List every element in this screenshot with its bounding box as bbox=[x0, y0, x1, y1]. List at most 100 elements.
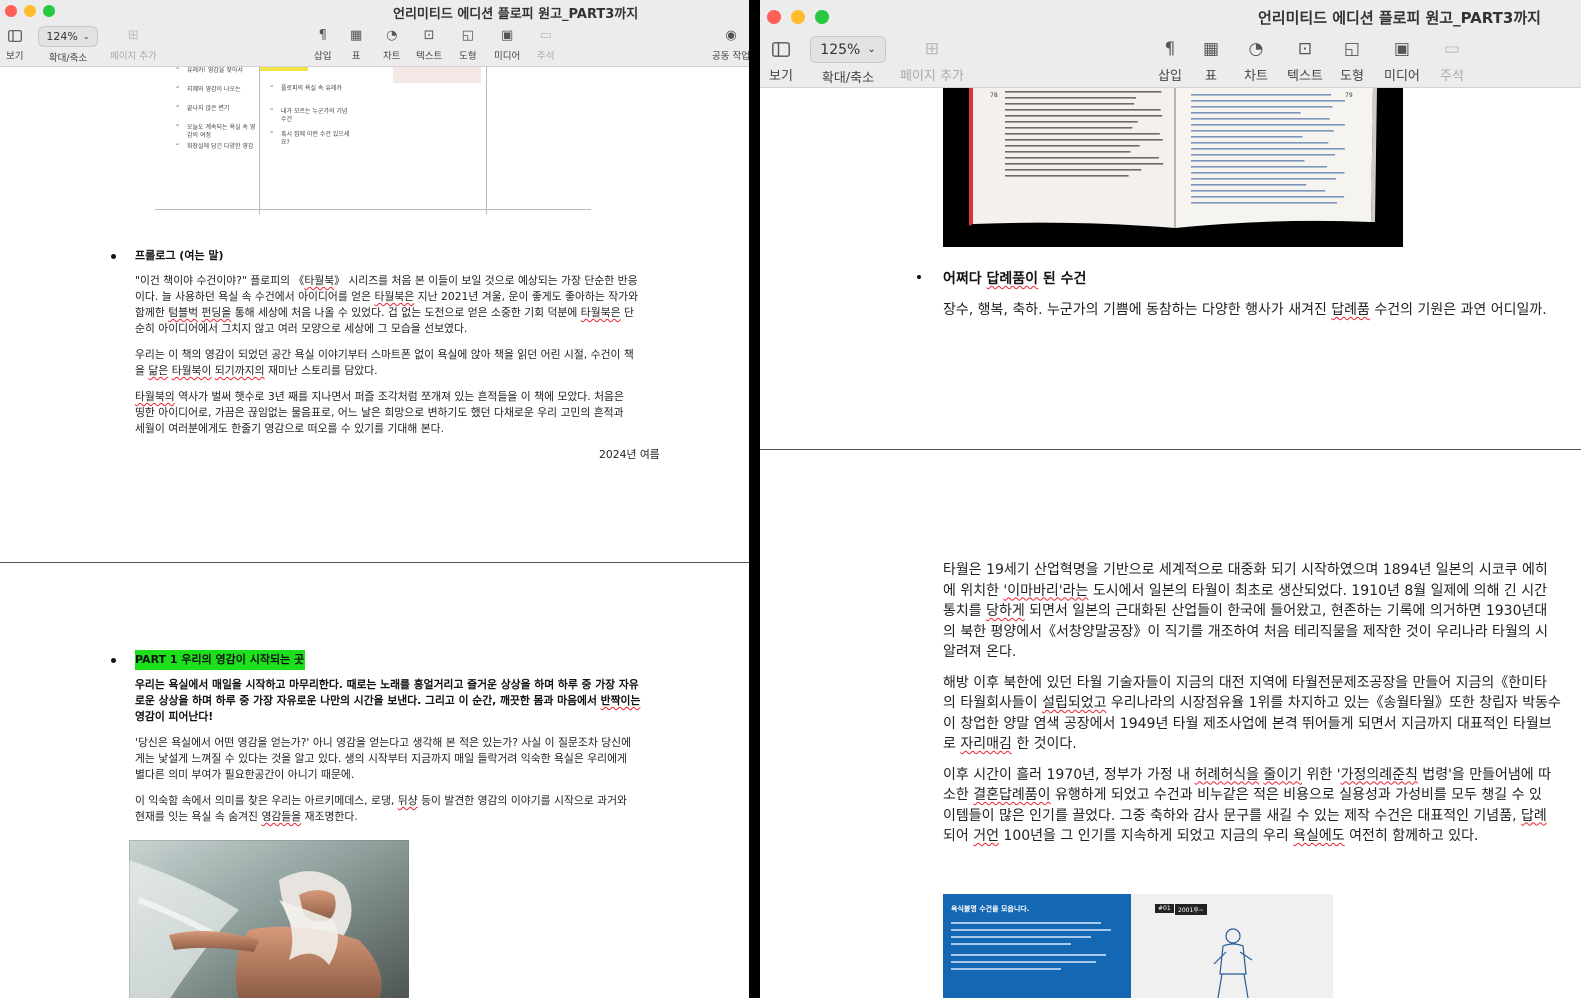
zoom-value: 125% bbox=[820, 41, 861, 58]
zoom-control[interactable]: 124% ⌄ 확대/축소 bbox=[38, 26, 98, 64]
page-break bbox=[0, 562, 749, 563]
spellcheck-word[interactable]: 답례 bbox=[1521, 808, 1547, 824]
part1-heading: PART 1 우리의 영감이 시작되는 곳 bbox=[135, 650, 306, 670]
diagram-item: 지혜와 영감이 나오는 bbox=[187, 86, 241, 93]
fullscreen-button[interactable] bbox=[43, 5, 55, 17]
spellcheck-word[interactable]: 거언 bbox=[973, 828, 999, 844]
insert-button[interactable]: ¶ 삽입 bbox=[314, 27, 331, 62]
book-page-number: 79 bbox=[1345, 92, 1353, 99]
table-button[interactable]: ▦ 표 bbox=[1203, 38, 1219, 84]
chart-button[interactable]: ◔ 차트 bbox=[1244, 38, 1268, 84]
spellcheck-word[interactable]: 타월북이 bbox=[172, 364, 212, 377]
diagram-item: 혹시 집에 이런 수건 있으세요? bbox=[281, 131, 350, 146]
close-button[interactable] bbox=[5, 5, 17, 17]
spellcheck-word[interactable]: '이마바리'라는 bbox=[1003, 583, 1088, 599]
section-intro[interactable]: 장수, 행복, 축하. 누군가의 기쁨에 동참하는 다양한 행사가 새겨진 답례… bbox=[943, 300, 1547, 321]
text-button[interactable]: ⊡ 텍스트 bbox=[1287, 38, 1323, 84]
image-text-lines bbox=[951, 922, 1111, 970]
media-button[interactable]: ▣ 미디어 bbox=[1384, 38, 1420, 84]
chevron-down-icon: ⌄ bbox=[867, 44, 876, 55]
chart-button[interactable]: ◔ 차트 bbox=[383, 27, 400, 62]
left-document-canvas[interactable]: ” 유레카! 영감을 찾아서 ” 지혜와 영감이 나오는 ” 끝나지 않은 변기 ” 오늘도 … bbox=[0, 67, 749, 998]
spellcheck-word[interactable]: 타월북의 bbox=[135, 390, 175, 403]
comment-button[interactable]: ▭ 주석 bbox=[537, 27, 554, 62]
media-button[interactable]: ▣ 미디어 bbox=[494, 27, 520, 62]
book-text-line bbox=[1191, 94, 1332, 96]
spellcheck-word[interactable]: 타월북 bbox=[304, 274, 334, 287]
quote-icon: ” bbox=[270, 108, 274, 115]
view-label: 보기 bbox=[769, 69, 793, 84]
book-text-line bbox=[1191, 148, 1345, 150]
insert-button[interactable]: ¶ 삽입 bbox=[1158, 38, 1182, 84]
spellcheck-word[interactable]: 답례품 bbox=[1331, 302, 1370, 318]
collaborate-button[interactable]: ◉ 공동 작업 bbox=[712, 27, 749, 62]
shape-button[interactable]: ◱ 도형 bbox=[459, 27, 476, 62]
book-text-line bbox=[1191, 136, 1303, 138]
chart-icon: ◔ bbox=[1248, 39, 1264, 59]
spellcheck-word[interactable]: 펀딩을 bbox=[201, 306, 231, 319]
comment-button[interactable]: ▭ 주석 bbox=[1440, 38, 1464, 84]
book-text-line bbox=[1191, 172, 1345, 174]
book-page-number: 78 bbox=[990, 92, 998, 99]
spellcheck-word[interactable]: 닮은 bbox=[148, 364, 168, 377]
book-text-line bbox=[1005, 127, 1133, 129]
spellcheck-word[interactable]: 설립되었고 bbox=[1042, 695, 1106, 711]
minimize-button[interactable] bbox=[791, 10, 805, 24]
spellcheck-word[interactable]: 뒤샹 bbox=[398, 794, 418, 807]
comment-icon: ▭ bbox=[539, 28, 552, 43]
spellcheck-word[interactable]: 허례허식을 bbox=[1195, 767, 1259, 783]
part1-paragraph[interactable]: 우리는 욕실에서 매일을 시작하고 마무리한다. 때로는 노래를 흥얼거리고 즐… bbox=[135, 677, 675, 825]
spellcheck-word[interactable]: 가정의례준칙 bbox=[1341, 767, 1418, 783]
shape-icon: ◱ bbox=[1343, 39, 1360, 59]
spellcheck-word[interactable]: 텀블벅 bbox=[168, 306, 198, 319]
spellcheck-word[interactable]: 자리매김 bbox=[960, 736, 1012, 752]
spellcheck-word[interactable]: 당하게 bbox=[986, 603, 1025, 619]
text-line: 해방 이후 북한에 있던 타월 기술자들이 지금의 대전 지역에 타월전문제조공… bbox=[943, 674, 1547, 691]
history-paragraphs[interactable]: 타월은 19세기 산업혁명을 기반으로 세계적으로 대중화 되기 시작하였으며 … bbox=[943, 560, 1561, 847]
book-text-line bbox=[1005, 97, 1136, 99]
quote-icon: ” bbox=[270, 131, 274, 138]
right-document-canvas[interactable]: 78 79 어쩌다 답례품이 된 수건 장수, 행복, 축하. 누군가의 기쁨에… bbox=[760, 88, 1581, 998]
text-button[interactable]: ⊡ 텍스트 bbox=[416, 27, 442, 62]
comment-icon: ▭ bbox=[1443, 39, 1460, 59]
spellcheck-word[interactable]: 타월북은 bbox=[581, 306, 621, 319]
minimize-button[interactable] bbox=[24, 5, 36, 17]
view-button[interactable]: 보기 bbox=[6, 27, 23, 62]
spellcheck-word[interactable]: 욕실에도 bbox=[1293, 828, 1345, 844]
pilcrow-icon: ¶ bbox=[318, 28, 327, 43]
right-toolbar: 언리미티드 에디션 플로피 원고_PART3까지 보기 125% ⌄ 확대/축소 … bbox=[760, 0, 1581, 88]
book-text-line bbox=[1005, 151, 1131, 153]
quote-icon: ” bbox=[176, 67, 180, 74]
text-label: 텍스트 bbox=[416, 51, 443, 62]
zoom-control[interactable]: 125% ⌄ 확대/축소 bbox=[810, 36, 886, 86]
zoom-dropdown[interactable]: 124% ⌄ bbox=[38, 26, 98, 47]
spellcheck-word[interactable]: 결혼답례품이 bbox=[973, 787, 1050, 803]
sidebar-icon bbox=[772, 38, 790, 60]
table-button[interactable]: ▦ 표 bbox=[350, 27, 362, 62]
book-photo-image: 78 79 bbox=[943, 88, 1403, 247]
spellcheck-word[interactable]: 줄이기 bbox=[1263, 767, 1302, 783]
close-button[interactable] bbox=[767, 10, 781, 24]
spellcheck-word[interactable]: 반짝이는 bbox=[601, 694, 641, 707]
add-page-button[interactable]: ⊞ 페이지 추가 bbox=[110, 27, 157, 62]
book-text-line bbox=[1005, 133, 1160, 135]
quote-icon: ” bbox=[176, 143, 180, 150]
image-tag: #01 bbox=[1155, 904, 1174, 913]
shape-button[interactable]: ◱ 도형 bbox=[1340, 38, 1364, 84]
prologue-paragraph[interactable]: "이건 책이야 수건이야?" 플로피의 《타월북》 시리즈를 처음 본 이들이 … bbox=[135, 273, 675, 437]
spellcheck-word[interactable]: 답례품이 bbox=[987, 271, 1039, 287]
towel-collection-image: 욕식불명 수건을 모읍니다. #01 2001후~ bbox=[943, 894, 1333, 998]
book-text-line bbox=[1191, 154, 1335, 156]
zoom-dropdown[interactable]: 125% ⌄ bbox=[810, 36, 886, 63]
spellcheck-word[interactable]: 영감들을 bbox=[261, 810, 301, 823]
view-button[interactable]: 보기 bbox=[769, 38, 793, 84]
left-traffic-lights bbox=[5, 5, 55, 17]
figure-illustration bbox=[1213, 928, 1253, 998]
text-line: 이후 시간이 흘러 1970년, 정부가 가정 내 허례허식을 줄이기 위한 '… bbox=[943, 766, 1551, 783]
add-page-button[interactable]: ⊞ 페이지 추가 bbox=[900, 38, 964, 84]
diagram-baseline bbox=[155, 209, 591, 210]
spellcheck-word[interactable]: 타월북은 bbox=[374, 290, 414, 303]
fullscreen-button[interactable] bbox=[815, 10, 829, 24]
text-line: 세월이 여러분에게도 한줄기 영감으로 떠오를 수 있기를 기대해 본다. bbox=[135, 422, 445, 435]
spellcheck-word[interactable]: 되기까지의 bbox=[215, 364, 265, 377]
